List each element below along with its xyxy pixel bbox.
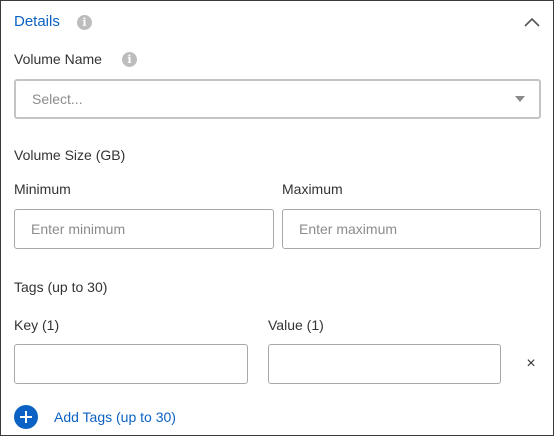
plus-circle-icon [14, 405, 38, 429]
chevron-up-icon [524, 17, 540, 27]
maximum-input[interactable] [282, 209, 541, 249]
minimum-label: Minimum [14, 181, 71, 197]
tag-value-input[interactable] [268, 344, 501, 384]
dropdown-caret-icon [515, 96, 525, 102]
add-tags-button[interactable]: Add Tags (up to 30) [14, 404, 176, 430]
tag-key-input[interactable] [14, 344, 248, 384]
key-label: Key (1) [14, 317, 60, 333]
add-tags-label: Add Tags (up to 30) [54, 409, 176, 425]
section-title: Details [14, 13, 60, 30]
tags-label: Tags (up to 30) [14, 279, 108, 295]
volume-name-select-value: Select... [32, 91, 83, 107]
volume-name-label: Volume Name [14, 51, 102, 67]
maximum-label: Maximum [282, 181, 343, 197]
volume-name-select[interactable]: Select... [14, 79, 541, 119]
collapse-button[interactable] [523, 13, 541, 31]
details-info-icon[interactable]: i [77, 15, 92, 30]
remove-tag-button[interactable]: × [523, 356, 539, 372]
volume-name-info-icon[interactable]: i [122, 52, 137, 67]
value-label: Value (1) [268, 317, 324, 333]
volume-size-label: Volume Size (GB) [14, 147, 126, 163]
details-panel: Details i Volume Name i Select... Volume… [0, 0, 554, 436]
minimum-input[interactable] [14, 209, 274, 249]
close-icon: × [526, 355, 536, 372]
